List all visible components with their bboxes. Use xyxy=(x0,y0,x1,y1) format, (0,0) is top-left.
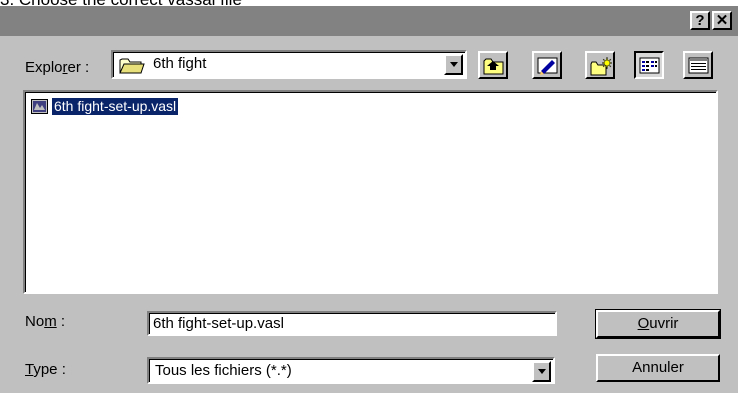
desktop-icon xyxy=(537,57,558,75)
open-button[interactable]: Ouvrir xyxy=(596,310,720,338)
filetype-select[interactable]: Tous les fichiers (*.*) xyxy=(147,357,555,384)
up-folder-button[interactable] xyxy=(478,51,508,79)
filename-label: Nom : xyxy=(25,313,66,330)
folder-name: 6th fight xyxy=(153,55,207,72)
new-folder-button[interactable] xyxy=(585,51,615,79)
file-open-dialog: ? ✕ Explorer : 6th fight 6th fight-set-u… xyxy=(0,6,738,393)
folder-dropdown-button[interactable] xyxy=(444,54,463,75)
file-list[interactable]: 6th fight-set-up.vasl xyxy=(23,90,718,294)
filename-input[interactable]: 6th fight-set-up.vasl xyxy=(147,311,557,336)
folder-icon xyxy=(119,58,145,74)
filename-value: 6th fight-set-up.vasl xyxy=(153,315,284,332)
filetype-dropdown-button[interactable] xyxy=(532,361,551,382)
file-name: 6th fight-set-up.vasl xyxy=(50,97,180,116)
up-folder-icon xyxy=(483,58,504,75)
filetype-value: Tous les fichiers (*.*) xyxy=(155,362,292,379)
close-button[interactable]: ✕ xyxy=(712,11,732,30)
list-view-button[interactable] xyxy=(634,51,664,79)
desktop-button[interactable] xyxy=(532,51,562,79)
cancel-button[interactable]: Annuler xyxy=(596,354,720,382)
details-view-icon xyxy=(688,57,709,74)
new-folder-icon xyxy=(590,56,612,76)
list-view-icon xyxy=(639,57,660,74)
help-button[interactable]: ? xyxy=(690,11,710,30)
vasl-file-icon xyxy=(31,99,48,114)
explorer-label: Explorer : xyxy=(25,59,90,76)
folder-combo[interactable]: 6th fight xyxy=(111,50,467,79)
details-view-button[interactable] xyxy=(683,51,713,79)
filetype-label: Type : xyxy=(25,361,66,378)
title-bar: ? ✕ xyxy=(0,6,738,36)
